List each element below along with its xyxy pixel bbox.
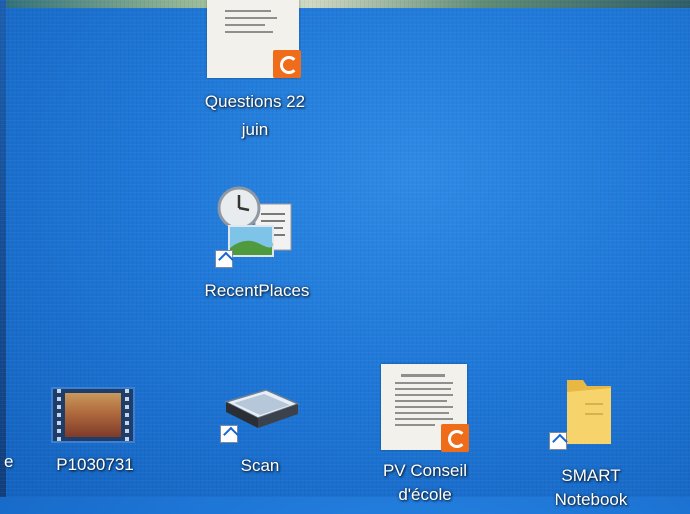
video-file-icon bbox=[51, 387, 135, 443]
desktop-icon-questions-22-juin[interactable]: Questions 22 juin bbox=[185, 0, 325, 150]
shortcut-arrow-icon bbox=[215, 250, 233, 268]
icon-label-line2: Notebook bbox=[554, 490, 628, 509]
desktop-icon-scan[interactable]: Scan bbox=[190, 380, 330, 490]
folder-icon bbox=[563, 374, 615, 446]
desktop-icon-pv-conseil[interactable]: PV Conseil d'école bbox=[355, 364, 495, 504]
shortcut-arrow-icon bbox=[220, 425, 238, 443]
pdf-document-icon bbox=[381, 364, 471, 452]
shortcut-arrow-icon bbox=[549, 432, 567, 450]
icon-label: P1030731 bbox=[56, 455, 134, 474]
icon-label: Scan bbox=[240, 456, 280, 475]
desktop-icon-smart-notebook[interactable]: SMART Notebook bbox=[521, 370, 661, 509]
icon-label: Questions 22 bbox=[204, 92, 306, 111]
pdf-badge-icon bbox=[441, 424, 469, 452]
pdf-document-icon bbox=[207, 0, 303, 82]
icon-label: RecentPlaces bbox=[204, 281, 310, 300]
desktop-icon-p1030731[interactable]: P1030731 bbox=[25, 385, 165, 485]
icon-label-line2: d'école bbox=[398, 485, 452, 504]
desktop-icon-recentplaces[interactable]: RecentPlaces bbox=[187, 180, 327, 305]
partial-icon-label: e bbox=[4, 452, 14, 471]
monitor-top-strip bbox=[0, 0, 690, 8]
screen-left-edge bbox=[0, 0, 6, 497]
icon-label-line2: juin bbox=[241, 120, 269, 139]
pdf-badge-icon bbox=[273, 50, 301, 78]
